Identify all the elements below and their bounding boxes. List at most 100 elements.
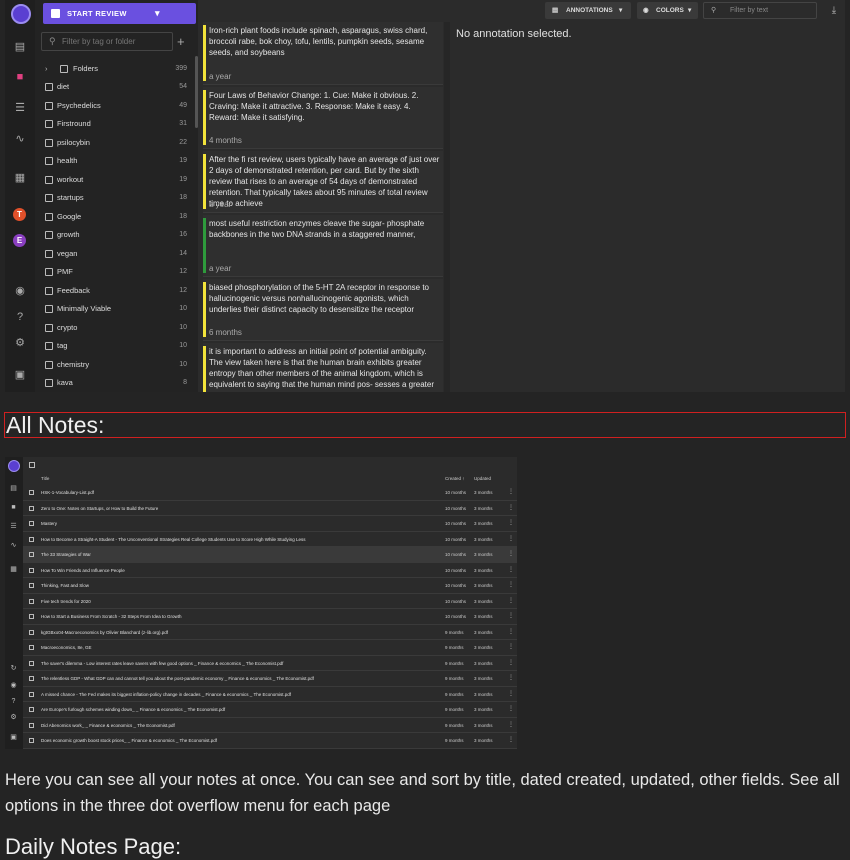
note-row[interactable]: Are Europe's furlough schemes winding do… bbox=[23, 702, 517, 718]
tag-scrollbar[interactable] bbox=[195, 56, 198, 128]
note-row[interactable]: The saver's dilemma - Low interest rates… bbox=[23, 656, 517, 671]
overflow-menu-icon[interactable]: ⋮ bbox=[508, 718, 514, 733]
overflow-menu-icon[interactable]: ⋮ bbox=[508, 609, 514, 624]
row-checkbox[interactable] bbox=[29, 691, 34, 697]
tag-row[interactable]: PMF 12 bbox=[35, 263, 195, 281]
start-review-button[interactable]: START REVIEW ▾ bbox=[43, 3, 196, 24]
checkbox[interactable] bbox=[45, 249, 53, 258]
row-checkbox[interactable] bbox=[29, 676, 34, 681]
checkbox[interactable] bbox=[45, 157, 53, 165]
user-avatar-icon[interactable]: ◉ bbox=[9, 681, 18, 690]
checkbox[interactable] bbox=[45, 212, 53, 221]
tag-row[interactable]: tag 10 bbox=[35, 337, 195, 355]
tag-row[interactable]: psilocybin 22 bbox=[35, 134, 195, 152]
document-icon[interactable]: ▤ bbox=[9, 484, 18, 493]
note-row[interactable]: How to Start a Business From Scratch - 3… bbox=[23, 609, 517, 625]
tag-row[interactable]: Firstround 31 bbox=[35, 115, 195, 133]
annotations-dropdown[interactable]: ▤ ANNOTATIONS ▾ bbox=[545, 2, 631, 19]
annotations-icon[interactable]: ■ bbox=[9, 503, 18, 512]
row-checkbox[interactable] bbox=[29, 583, 34, 588]
note-row[interactable]: Mastery 10 months 3 months ⋮ bbox=[23, 516, 517, 532]
annotations-icon[interactable]: ■ bbox=[13, 70, 27, 84]
download-icon[interactable]: ⤓ bbox=[827, 2, 841, 19]
note-title[interactable]: Thinking, Fast and Slow bbox=[41, 578, 89, 593]
annotation-card[interactable]: Four Laws of Behavior Change: 1. Cue: Ma… bbox=[203, 87, 443, 149]
overflow-menu-icon[interactable]: ⋮ bbox=[508, 702, 514, 717]
row-checkbox[interactable] bbox=[29, 629, 34, 635]
note-title[interactable]: Did Abenomics work_ _ Finance & economic… bbox=[41, 718, 175, 733]
note-title[interactable]: How To Win Friends and Influence People bbox=[41, 563, 125, 578]
tag-row[interactable]: startups 18 bbox=[35, 189, 195, 207]
note-title[interactable]: Mastery bbox=[41, 516, 57, 531]
overflow-menu-icon[interactable]: ⋮ bbox=[508, 532, 514, 547]
checkbox[interactable] bbox=[45, 231, 53, 239]
note-row[interactable]: Macroeconomics, 8e, GE 9 months 3 months ⋮ bbox=[23, 640, 517, 656]
text-filter-placeholder[interactable]: Filter by text bbox=[730, 3, 768, 18]
overflow-menu-icon[interactable]: ⋮ bbox=[508, 547, 514, 562]
add-tag-button[interactable]: + bbox=[177, 33, 185, 50]
row-checkbox[interactable] bbox=[29, 490, 34, 495]
note-title[interactable]: How to Become a Straight-A Student - The… bbox=[41, 532, 306, 547]
note-row[interactable]: A missed chance - The Fed makes its bigg… bbox=[23, 687, 517, 702]
note-title[interactable]: kgtGBxo04-Macroeconomics by Olivier Blan… bbox=[41, 625, 168, 640]
overflow-menu-icon[interactable]: ⋮ bbox=[508, 516, 514, 531]
note-row[interactable]: kgtGBxo04-Macroeconomics by Olivier Blan… bbox=[23, 625, 517, 640]
note-title[interactable]: The saver's dilemma - Low interest rates… bbox=[41, 656, 283, 671]
checkbox[interactable] bbox=[45, 138, 53, 147]
overflow-menu-icon[interactable]: ⋮ bbox=[508, 733, 514, 748]
row-checkbox[interactable] bbox=[29, 645, 34, 650]
tag-row[interactable]: Minimally Viable 10 bbox=[35, 300, 195, 318]
overflow-menu-icon[interactable]: ⋮ bbox=[508, 687, 514, 702]
tag-row[interactable]: chemistry 10 bbox=[35, 356, 195, 374]
tag-row[interactable]: Psychedelics 49 bbox=[35, 97, 195, 115]
tag-row[interactable]: health 19 bbox=[35, 152, 195, 170]
stats-icon[interactable]: ∿ bbox=[9, 541, 18, 550]
note-title[interactable]: Five tech trends for 2020 bbox=[41, 594, 91, 609]
text-filter-field[interactable]: ⚲ Filter by text bbox=[703, 2, 817, 19]
overflow-menu-icon[interactable]: ⋮ bbox=[508, 625, 514, 640]
created-column-header[interactable]: Created ↑ bbox=[445, 476, 465, 481]
note-row[interactable]: Thinking, Fast and Slow 10 months 3 months… bbox=[23, 578, 517, 594]
folders-row[interactable]: › Folders 399 bbox=[35, 60, 195, 78]
row-checkbox[interactable] bbox=[29, 536, 34, 542]
note-row[interactable]: HSK-1-Vocabulary-List.pdf 10 months 3 mont… bbox=[23, 485, 517, 501]
checkbox[interactable] bbox=[45, 120, 53, 128]
notes-icon[interactable]: ☰ bbox=[9, 522, 18, 531]
checkbox[interactable] bbox=[45, 342, 53, 350]
overflow-menu-icon[interactable]: ⋮ bbox=[508, 640, 514, 655]
stats-icon[interactable]: ∿ bbox=[13, 132, 27, 146]
overflow-menu-icon[interactable]: ⋮ bbox=[508, 594, 514, 609]
avatar-t[interactable]: T bbox=[13, 208, 26, 221]
tag-filter-field[interactable]: ⚲ bbox=[41, 32, 173, 51]
note-title[interactable]: The 33 Strategies of War bbox=[41, 547, 91, 562]
row-checkbox[interactable] bbox=[29, 521, 34, 526]
overflow-menu-icon[interactable]: ⋮ bbox=[508, 485, 514, 500]
row-checkbox[interactable] bbox=[29, 567, 34, 573]
checkbox[interactable] bbox=[45, 101, 53, 110]
checkbox[interactable] bbox=[45, 360, 53, 369]
annotation-card[interactable]: biased phosphorylation of the 5-HT 2A re… bbox=[203, 279, 443, 341]
checkbox[interactable] bbox=[45, 83, 53, 91]
checkbox[interactable] bbox=[45, 268, 53, 276]
calendar-icon[interactable]: ▦ bbox=[13, 171, 27, 185]
note-title[interactable]: How to Start a Business From Scratch - 3… bbox=[41, 609, 182, 624]
overflow-menu-icon[interactable]: ⋮ bbox=[508, 563, 514, 578]
updated-column-header[interactable]: Updated bbox=[474, 476, 491, 481]
avatar-e[interactable]: E bbox=[13, 234, 26, 247]
help-icon[interactable]: ? bbox=[13, 310, 27, 324]
note-row[interactable]: Zero to One: Notes on Startups, or How t… bbox=[23, 501, 517, 516]
tag-row[interactable]: growth 16 bbox=[35, 226, 195, 244]
overflow-menu-icon[interactable]: ⋮ bbox=[508, 656, 514, 671]
checkbox[interactable] bbox=[45, 305, 53, 313]
checkbox[interactable] bbox=[45, 286, 53, 295]
row-checkbox[interactable] bbox=[29, 552, 34, 557]
colors-dropdown[interactable]: ◉ COLORS ▾ bbox=[637, 2, 698, 19]
note-title[interactable]: Does economic growth boost stock prices_… bbox=[41, 733, 217, 748]
note-title[interactable]: A missed chance - The Fed makes its bigg… bbox=[41, 687, 291, 702]
note-row[interactable]: The 33 Strategies of War 10 months 3 month… bbox=[23, 547, 517, 563]
row-checkbox[interactable] bbox=[29, 598, 34, 604]
settings-icon[interactable]: ⚙ bbox=[9, 713, 18, 722]
note-row[interactable]: The relentless GDP - What GDP can and ca… bbox=[23, 671, 517, 687]
overflow-menu-icon[interactable]: ⋮ bbox=[508, 671, 514, 686]
note-title[interactable]: The relentless GDP - What GDP can and ca… bbox=[41, 671, 314, 686]
